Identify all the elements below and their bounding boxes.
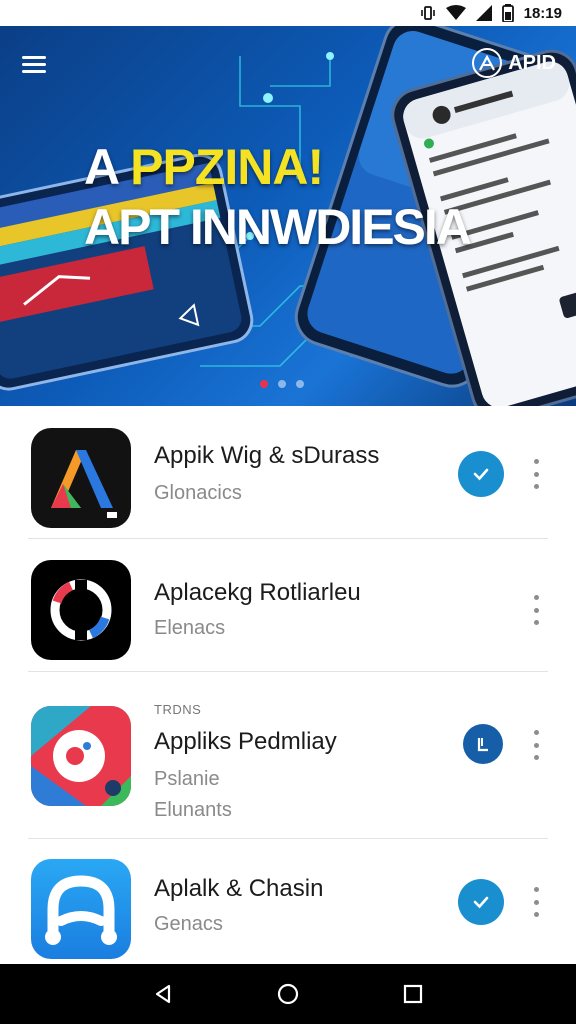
app-extra-info: Elunants (154, 799, 232, 821)
update-icon (477, 738, 488, 752)
hero-title-line1: A PPZINA! (84, 138, 324, 196)
more-options-button[interactable] (526, 459, 546, 489)
app-icon-letter-a[interactable] (31, 859, 131, 959)
signal-icon (475, 4, 492, 22)
menu-icon-bar (22, 56, 46, 59)
menu-button[interactable] (22, 52, 56, 82)
app-icon-ring[interactable] (31, 560, 131, 660)
app-name: Aplacekg Rotliarleu (154, 579, 361, 606)
home-button[interactable] (268, 974, 308, 1014)
app-name: Appik Wig & sDurass (154, 442, 380, 469)
list-item[interactable]: Aplalk & Chasin Genacs (28, 839, 548, 963)
menu-icon-bar (22, 63, 46, 66)
list-item[interactable]: Aplacekg Rotliarleu Elenacs (28, 539, 548, 672)
back-icon (155, 984, 170, 1004)
hero-title-prefix: A (84, 139, 131, 195)
carousel-indicator (260, 380, 304, 388)
back-button[interactable] (143, 974, 183, 1014)
status-time: 18:19 (523, 4, 562, 22)
carousel-dot[interactable] (278, 380, 286, 388)
app-subtitle: Genacs (154, 913, 223, 935)
recents-button[interactable] (393, 974, 433, 1014)
check-icon (473, 468, 489, 481)
wifi-icon (445, 4, 466, 22)
more-options-button[interactable] (526, 595, 546, 625)
installed-check-button[interactable] (458, 451, 504, 497)
hero-title-main: PPZINA! (130, 139, 324, 195)
update-button[interactable] (463, 724, 503, 764)
app-name: Appliks Pedmliay (154, 728, 337, 755)
app-icon-face[interactable] (31, 706, 131, 806)
brand-mark-icon (472, 48, 503, 78)
hero-title-line2: APT INNWDIESIA (84, 199, 472, 255)
home-icon (277, 983, 299, 1005)
more-options-button[interactable] (526, 887, 546, 917)
battery-icon (501, 4, 514, 22)
system-nav-bar (0, 964, 576, 1024)
carousel-dot[interactable] (296, 380, 304, 388)
app-subtitle: Elenacs (154, 617, 226, 639)
installed-check-button[interactable] (458, 879, 504, 925)
app-subtitle: Glonacics (154, 482, 242, 504)
carousel-dot[interactable] (260, 380, 268, 388)
app-name: Aplalk & Chasin (154, 875, 324, 902)
app-list: Appik Wig & sDurass Glonacics Aplacekg R… (0, 406, 576, 963)
app-subtitle: Pslanie (154, 768, 220, 790)
menu-icon-bar (22, 70, 46, 73)
more-options-button[interactable] (526, 730, 546, 760)
app-icon-triangle[interactable] (31, 428, 131, 528)
hero-banner[interactable]: APID A PPZINA! APT INNWDIESIA (0, 26, 576, 406)
list-item[interactable]: TRDNS Appliks Pedmliay Pslanie Elunants (28, 672, 548, 839)
brand-logo[interactable]: APID (472, 48, 556, 78)
brand-name: APID (508, 51, 556, 74)
list-item[interactable]: Appik Wig & sDurass Glonacics (28, 406, 548, 539)
check-icon (473, 896, 489, 909)
recents-icon (404, 984, 423, 1004)
status-bar: 18:19 (0, 0, 576, 26)
vibrate-icon (420, 4, 436, 22)
app-tag: TRDNS (154, 702, 202, 717)
